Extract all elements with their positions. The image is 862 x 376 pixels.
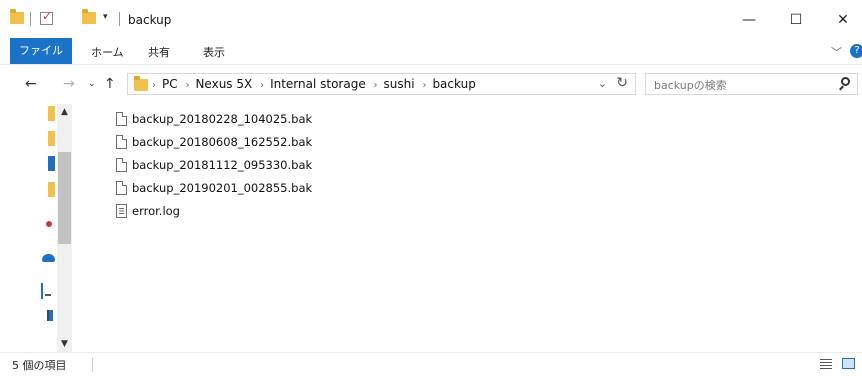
close-button[interactable]: ✕ [828, 9, 858, 31]
window-title: backup [128, 13, 172, 27]
customize-toolbar-icon[interactable]: ▾ [103, 12, 108, 22]
tab-file[interactable]: ファイル [10, 38, 72, 64]
breadcrumb-backup[interactable]: backup [432, 77, 475, 91]
search-input[interactable] [652, 76, 836, 94]
title-bar: ▾ backup — ☐ ✕ [0, 0, 862, 38]
network-drive-icon[interactable] [47, 310, 53, 321]
navigation-bar: ← → ⌄ ↑ › PC › Nexus 5X › Internal storage … [0, 64, 862, 104]
file-icon [116, 135, 127, 149]
file-name: error.log [132, 204, 180, 218]
downloads-folder-icon[interactable] [48, 156, 55, 171]
folder-icon[interactable] [48, 182, 55, 197]
scroll-down-arrow-icon[interactable]: ▼ [57, 336, 72, 352]
details-view-icon[interactable] [820, 359, 832, 369]
breadcrumb-pc[interactable]: PC [162, 77, 178, 91]
refresh-icon[interactable]: ↻ [616, 75, 628, 91]
ribbon: ファイル ホーム 共有 表示 ﹀ ? [0, 38, 862, 64]
file-name: backup_20190201_002855.bak [132, 181, 313, 195]
chevron-right-icon[interactable]: › [185, 80, 189, 91]
recent-locations-icon[interactable]: ⌄ [88, 79, 96, 89]
breadcrumb: › PC › Nexus 5X › Internal storage › sushi ›… [152, 77, 480, 91]
breadcrumb-sushi[interactable]: sushi [384, 77, 415, 91]
separator [30, 12, 31, 26]
status-bar: 5 個の項目 [0, 352, 862, 376]
address-dropdown-icon[interactable]: ⌄ [598, 77, 607, 90]
quick-access-folder-icon[interactable] [48, 106, 55, 121]
search-box[interactable] [645, 73, 858, 95]
folder-icon [10, 9, 24, 24]
tab-share[interactable]: 共有 [148, 44, 170, 60]
properties-icon[interactable] [40, 9, 53, 25]
item-count: 5 個の項目 [12, 359, 67, 372]
onedrive-icon[interactable] [42, 254, 55, 262]
large-icons-view-icon[interactable] [842, 358, 855, 369]
separator [119, 12, 120, 26]
file-name: backup_20180608_162552.bak [132, 135, 313, 149]
scroll-thumb[interactable] [58, 152, 71, 244]
folder-icon [134, 76, 148, 91]
file-icon [116, 112, 127, 126]
chevron-right-icon: › [152, 80, 156, 91]
tab-home[interactable]: ホーム [91, 44, 124, 60]
chevron-right-icon[interactable]: › [260, 80, 264, 91]
file-item[interactable]: error.log [115, 202, 415, 225]
breadcrumb-internal-storage[interactable]: Internal storage [270, 77, 366, 91]
file-item[interactable]: backup_20190201_002855.bak [115, 179, 415, 202]
file-name: backup_20180228_104025.bak [132, 112, 313, 126]
chevron-down-icon[interactable]: ﹀ [831, 44, 842, 60]
maximize-button[interactable]: ☐ [781, 9, 811, 31]
scroll-up-arrow-icon[interactable]: ▲ [57, 104, 72, 120]
file-icon [116, 181, 127, 195]
new-folder-icon[interactable] [82, 9, 96, 24]
explorer-window: ▾ backup — ☐ ✕ ファイル ホーム 共有 表示 ﹀ ? ← → ⌄ … [0, 0, 862, 376]
this-pc-icon[interactable] [41, 283, 43, 299]
forward-arrow-icon[interactable]: → [63, 76, 75, 92]
back-arrow-icon[interactable]: ← [25, 76, 37, 92]
text-file-icon [116, 204, 127, 218]
minimize-button[interactable]: — [734, 9, 764, 31]
help-icon[interactable]: ? [850, 44, 862, 58]
file-item[interactable]: backup_20180228_104025.bak [115, 110, 415, 133]
address-bar[interactable]: › PC › Nexus 5X › Internal storage › sushi ›… [127, 73, 636, 95]
breadcrumb-nexus[interactable]: Nexus 5X [195, 77, 252, 91]
folder-icon[interactable] [48, 131, 55, 146]
file-icon [116, 158, 127, 172]
file-list: backup_20180228_104025.bak backup_201806… [115, 110, 415, 225]
tab-view[interactable]: 表示 [203, 44, 225, 60]
search-icon[interactable] [841, 77, 850, 86]
up-arrow-icon[interactable]: ↑ [104, 76, 116, 92]
file-item[interactable]: backup_20180608_162552.bak [115, 133, 415, 156]
chevron-right-icon[interactable]: › [374, 80, 378, 91]
nav-scrollbar[interactable]: ▲ ▼ [57, 104, 72, 352]
chevron-right-icon[interactable]: › [422, 80, 426, 91]
file-item[interactable]: backup_20181112_095330.bak [115, 156, 415, 179]
navigation-pane: ▲ ▼ [0, 104, 72, 352]
status-separator [92, 358, 93, 372]
file-name: backup_20181112_095330.bak [132, 158, 313, 172]
